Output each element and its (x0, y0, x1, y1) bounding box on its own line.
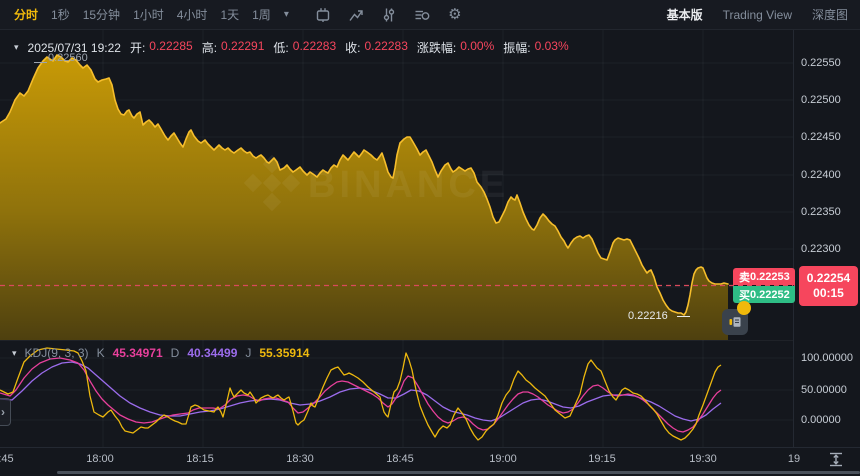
kdj-series-label: D (171, 346, 180, 360)
price-axis-label: 0.22300 (801, 242, 841, 256)
time-axis-label: 19 (788, 452, 800, 466)
chevron-right-icon: › (1, 405, 5, 419)
ohlc-field: 涨跌幅:0.00% (417, 39, 494, 56)
time-axis-label: 18:15 (186, 452, 214, 466)
session-high-label: 0.22560 (48, 52, 88, 64)
session-high-pointer (34, 62, 47, 63)
sell-price: 0.22253 (750, 271, 790, 283)
ohlc-field-value: 0.22285 (149, 39, 192, 56)
ohlc-field-label: 振幅: (503, 39, 530, 56)
binance-chart-app: 分时1秒15分钟1小时4小时1天1周 ▾ ⚙ (0, 0, 860, 476)
horizontal-scrollbar[interactable] (57, 471, 860, 474)
last-price-badge: 0.22254 00:15 (799, 266, 858, 306)
kdj-series-label: J (245, 346, 251, 360)
ohlc-field: 高:0.22291 (202, 39, 265, 56)
ohlc-readout: ▾ 2025/07/31 19:22 开:0.22285高:0.22291低:0… (14, 39, 569, 56)
price-axis-label: 0.22400 (801, 168, 841, 182)
price-axis-label: 0.22350 (801, 205, 841, 219)
ohlc-field: 低: 0.22283 (273, 39, 336, 56)
sell-quote-badge: 卖 0.22253 (733, 268, 795, 285)
ohlc-field-label: 低: (273, 39, 288, 56)
last-price: 0.22254 (807, 271, 850, 286)
pane-divider (0, 340, 793, 341)
kdj-axis-label: 0.00000 (801, 413, 841, 427)
ohlc-field-value: 0.03% (535, 39, 569, 56)
price-axis-label: 0.22500 (801, 93, 841, 107)
kdj-series-value: 40.34499 (187, 346, 237, 360)
time-axis-label: 19:00 (489, 452, 517, 466)
session-low-pointer (677, 316, 690, 317)
ohlc-field-label: 涨跌幅: (417, 39, 456, 56)
live-price-dot (737, 301, 751, 315)
time-axis-label: 18:30 (286, 452, 314, 466)
collapse-chevron-icon[interactable]: ▾ (14, 42, 19, 53)
ohlc-field-label: 收: (345, 39, 360, 56)
ohlc-field: 收: 0.22283 (345, 39, 408, 56)
countdown-timer: 00:15 (813, 286, 844, 301)
time-axis-label: 19:15 (588, 452, 616, 466)
kdj-values: K 45.34971 D 40.34499 J 55.35914 (97, 346, 310, 360)
ohlc-field-label: 开: (130, 39, 145, 56)
kdj-series-label: K (97, 346, 105, 360)
time-axis-label: 18:45 (386, 452, 414, 466)
kdj-series-value: 55.35914 (259, 346, 309, 360)
price-axis-label: 0.22550 (801, 56, 841, 70)
time-axis-label: 19:30 (689, 452, 717, 466)
ohlc-field-value: 0.22283 (365, 39, 408, 56)
ohlc-field-value: 0.00% (460, 39, 494, 56)
kdj-title: KDJ(9, 3, 3) (25, 346, 89, 360)
panel-expand-handle[interactable]: › (0, 398, 11, 426)
time-axis-label: 18:00 (86, 452, 114, 466)
price-scale-button[interactable] (826, 450, 846, 468)
scale-adjust-icon (827, 451, 845, 468)
chart-canvas[interactable]: BINANCE (0, 0, 860, 476)
ohlc-field-value: 0.22291 (221, 39, 264, 56)
ohlc-field-label: 高: (202, 39, 217, 56)
price-axis-divider (793, 30, 794, 447)
price-axis-label: 0.22450 (801, 130, 841, 144)
kdj-header: ▾ KDJ(9, 3, 3) K 45.34971 D 40.34499 J 55.359… (12, 346, 309, 360)
order-form-icon (728, 315, 742, 329)
time-axis-divider (0, 447, 860, 448)
quote-badges: 卖 0.22253 买 0.22252 (733, 268, 795, 303)
ohlc-field-value: 0.22283 (293, 39, 336, 56)
sell-label: 卖 (739, 269, 750, 285)
chart-region: BINANCE ▾ 2025/07/31 19:22 开:0.22285高:0.… (0, 0, 860, 476)
session-low-label: 0.22216 (628, 310, 668, 322)
kdj-axis-label: 100.00000 (801, 351, 853, 365)
kdj-series-value: 45.34971 (113, 346, 163, 360)
ohlc-field: 振幅: 0.03% (503, 39, 568, 56)
kdj-collapse-chevron-icon[interactable]: ▾ (12, 348, 17, 359)
kdj-axis-label: 50.00000 (801, 383, 847, 397)
time-axis-label: :45 (0, 452, 14, 466)
ohlc-field: 开:0.22285 (130, 39, 193, 56)
ohlc-fields: 开:0.22285 高:0.22291 低: 0.22283 收: 0.22283 涨跌幅:… (130, 39, 569, 56)
buy-price: 0.22252 (750, 289, 790, 301)
